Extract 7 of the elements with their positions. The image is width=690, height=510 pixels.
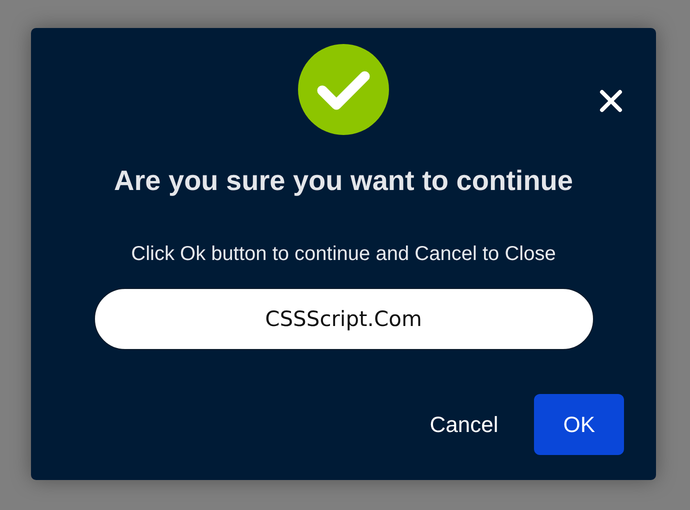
dialog-message: Click Ok button to continue and Cancel to Close	[131, 243, 556, 266]
close-icon[interactable]	[599, 89, 623, 113]
cancel-button[interactable]: Cancel	[430, 394, 498, 455]
check-icon	[298, 44, 389, 135]
input-field[interactable]: CSSScript.Com	[94, 288, 594, 350]
dialog-title: Are you sure you want to continue	[114, 165, 573, 197]
ok-button[interactable]: OK	[534, 394, 624, 455]
